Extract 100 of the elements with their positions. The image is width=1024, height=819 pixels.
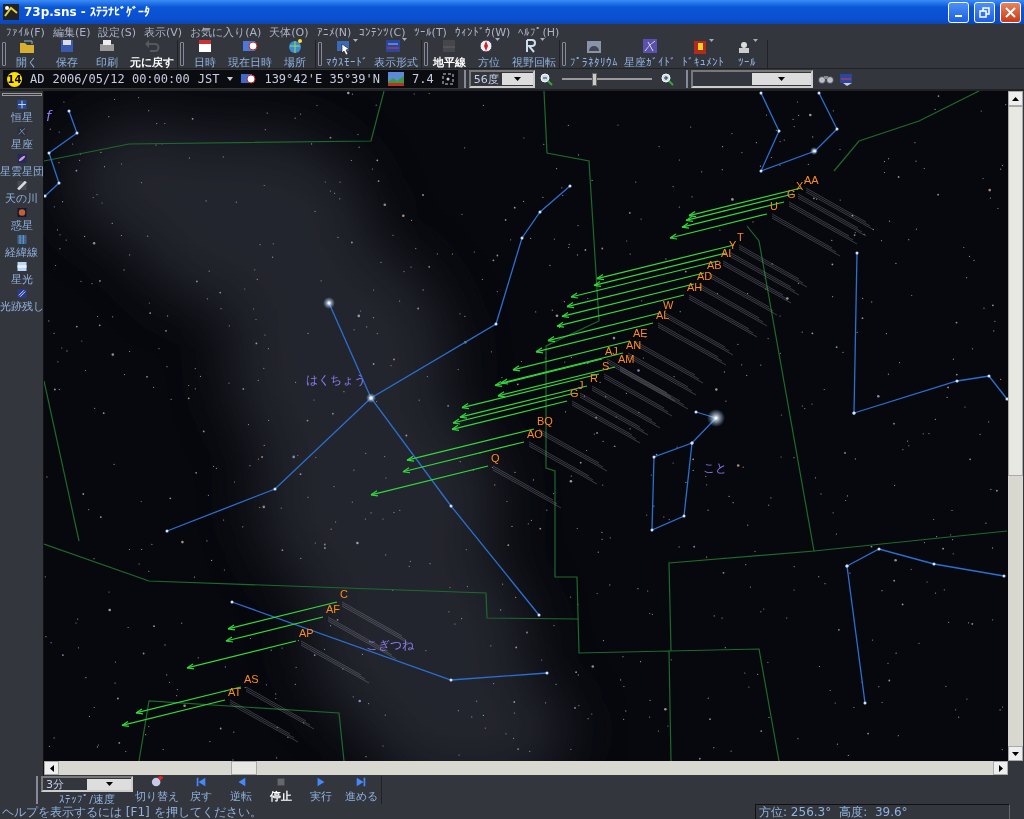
era-label: AD — [30, 72, 45, 86]
restore-button[interactable] — [974, 1, 995, 23]
menu-item[interactable]: 設定(S) — [94, 24, 141, 40]
playback-button[interactable]: 実行 — [301, 776, 341, 804]
binoculars-icon[interactable] — [817, 73, 834, 85]
clock-icon — [242, 38, 258, 54]
playback-button[interactable]: 逆転 — [221, 776, 261, 804]
sidebar-item[interactable]: 星雲星団 — [0, 153, 44, 180]
toolbar-button[interactable]: 日時 — [185, 40, 225, 68]
display-settings-icon[interactable] — [838, 72, 855, 86]
meteor-label: AA — [804, 174, 819, 186]
toolbar-button[interactable]: 視野回転 — [509, 40, 559, 68]
meteor-label: AB — [707, 259, 722, 271]
field-of-view-dropdown[interactable]: 56度 — [468, 70, 535, 88]
sidebar-item[interactable]: 惑星 — [0, 207, 44, 234]
playback-button[interactable]: 切り替え — [133, 776, 181, 804]
toolbar-button[interactable]: 場所 — [275, 40, 315, 68]
menu-item[interactable]: 天体(O) — [265, 24, 313, 40]
letter-icon — [523, 38, 539, 54]
toolbar-button[interactable]: 保存 — [47, 40, 87, 68]
limiting-magnitude-text: 7.4 — [412, 72, 434, 86]
skip-forward-icon — [354, 776, 368, 788]
toolbar-button[interactable]: 開く — [7, 40, 47, 68]
menu-item[interactable]: ﾍﾙﾌﾟ(H) — [514, 25, 564, 39]
meteor-label: AE — [633, 327, 648, 339]
menu-item[interactable]: ｺﾝﾃﾝﾂ(C) — [355, 25, 410, 39]
scroll-up-button[interactable] — [1008, 91, 1023, 106]
zoom-in-icon[interactable] — [660, 72, 674, 86]
zoom-out-icon[interactable] — [539, 72, 553, 86]
minimize-button[interactable] — [948, 1, 969, 23]
globe-icon — [287, 38, 303, 54]
meteor-label: W — [663, 299, 674, 311]
horizontal-scrollbar[interactable] — [44, 761, 1008, 775]
switch-icon — [150, 776, 164, 788]
meteor-label: AD — [697, 270, 713, 282]
right-arrow-icon — [998, 764, 1003, 772]
vertical-scrollbar[interactable] — [1008, 91, 1023, 761]
toolbar-button[interactable]: ﾌﾟﾗﾈﾀﾘｳﾑ — [567, 40, 621, 68]
toolbar-button[interactable]: 方位 — [469, 40, 509, 68]
clock-icon[interactable] — [241, 72, 257, 86]
meteor-label: AF — [326, 603, 341, 615]
caret-icon — [513, 77, 521, 81]
toolbar-button[interactable]: 表示形式 — [371, 40, 421, 68]
close-icon — [1005, 6, 1016, 18]
scrollbar-thumb[interactable] — [231, 761, 257, 775]
printer-icon — [99, 38, 115, 54]
meteor-label: AT — [228, 686, 242, 698]
timezone-label[interactable]: JST — [197, 72, 220, 86]
menu-item[interactable]: 編集(E) — [48, 24, 95, 40]
sidebar-item[interactable]: 恒星 — [0, 99, 44, 126]
location-text: 139°42'E 35°39'N — [264, 72, 380, 86]
menu-item[interactable]: ｳｨﾝﾄﾞｳ(W) — [450, 25, 515, 39]
close-button[interactable] — [1000, 1, 1021, 23]
search-dropdown[interactable] — [690, 70, 813, 88]
constellation-icon — [642, 38, 658, 54]
step-dropdown[interactable]: 3分 — [41, 776, 133, 792]
playback-button[interactable]: 戻す — [181, 776, 221, 804]
scroll-down-button[interactable] — [1008, 746, 1023, 761]
fit-frame-icon[interactable] — [441, 73, 454, 85]
menu-item[interactable]: お気に入り(A) — [186, 24, 266, 40]
azimuth-text: 方位: 256.3° — [759, 803, 832, 819]
menu-item[interactable]: ﾂｰﾙ(T) — [409, 25, 451, 39]
sidebar-item[interactable]: 星光 — [0, 261, 44, 288]
scroll-right-button[interactable] — [993, 761, 1008, 775]
sidebar-item[interactable]: 星座 — [0, 126, 44, 153]
menu-item[interactable]: ｱﾆﾒ(N) — [312, 25, 356, 39]
slider-thumb[interactable] — [592, 72, 598, 86]
sidebar-item[interactable]: 経緯線 — [0, 234, 44, 261]
toolbar-button[interactable]: ﾏｳｽﾓｰﾄﾞ — [323, 40, 371, 68]
menu-item[interactable]: ﾌｧｲﾙ(F) — [2, 25, 49, 39]
caret-icon[interactable] — [227, 77, 234, 81]
meteor-label: C — [340, 588, 348, 600]
sidebar-item[interactable]: 天の川 — [0, 180, 44, 207]
toolbar-button[interactable]: 現在日時 — [225, 40, 275, 68]
scrollbar-thumb[interactable] — [1008, 106, 1023, 476]
app-icon — [3, 4, 19, 20]
constellation-name: はくちょう — [306, 373, 366, 387]
undo-arrow-icon — [144, 38, 160, 54]
toolbar-button[interactable]: 印刷 — [87, 40, 127, 68]
date-time-text: 2006/05/12 00:00:00 — [52, 72, 190, 86]
tool-icon — [736, 39, 752, 55]
toolbar-button[interactable]: ﾄﾞｷｭﾒﾝﾄ — [679, 40, 727, 68]
meteor-label: AS — [244, 673, 259, 685]
scroll-left-button[interactable] — [44, 761, 59, 775]
panel-handle[interactable] — [1, 93, 42, 96]
window-title: 73p.sns - ｽﾃﾗﾅﾋﾞｹﾞｰﾀ — [24, 5, 151, 19]
floppy-icon — [59, 38, 75, 54]
meteor-label: J — [578, 379, 584, 391]
meteor-label: T — [737, 231, 744, 243]
step-speed-label: ｽﾃｯﾌﾟ/速度 — [59, 792, 115, 806]
up-arrow-icon — [1012, 96, 1019, 101]
meteor-label: AM — [618, 353, 635, 365]
sidebar-item[interactable]: 光跡残し — [0, 288, 44, 315]
altitude-text: 高度: 39.6° — [839, 803, 908, 819]
meteor-label: R — [590, 372, 598, 384]
menu-item[interactable]: 表示(V) — [140, 24, 187, 40]
playback-button[interactable]: 進める — [341, 776, 381, 804]
toolbar-button[interactable]: 星座ｶﾞｲﾄﾞ — [621, 40, 679, 68]
toolbar-button[interactable]: ﾂｰﾙ — [727, 40, 767, 68]
meteor-label: AL — [656, 309, 670, 321]
